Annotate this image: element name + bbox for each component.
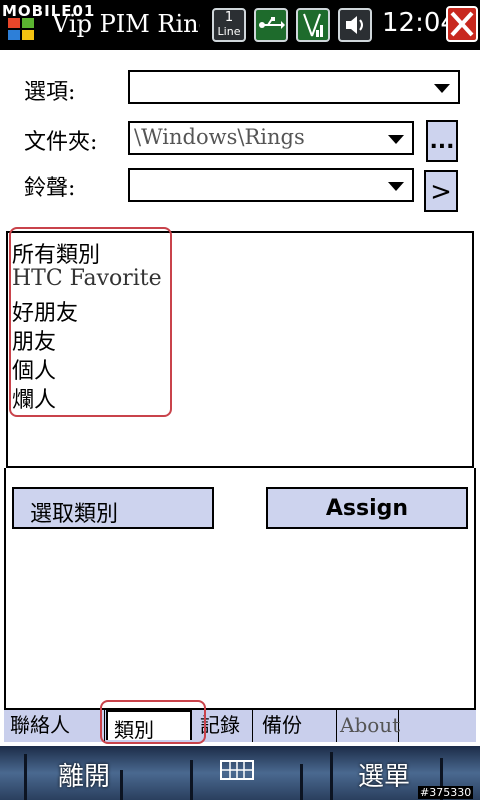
folder-value: \Windows\Rings <box>134 125 305 149</box>
select-category-button[interactable]: 選取類別 <box>12 487 214 529</box>
keyboard-icon[interactable] <box>220 760 254 780</box>
highlight-annotation <box>100 700 206 744</box>
assign-button[interactable]: Assign <box>266 487 468 529</box>
highlight-annotation <box>9 227 172 417</box>
tab-contacts[interactable]: 聯絡人 <box>4 710 105 742</box>
signal-bars-icon <box>303 13 323 37</box>
tab-about[interactable]: About <box>338 710 400 742</box>
chevron-down-icon <box>388 135 404 144</box>
line-badge-icon[interactable]: 1 Line <box>212 8 246 42</box>
ringtone-label: 鈴聲: <box>24 176 76 201</box>
close-icon <box>450 11 474 37</box>
tab-records[interactable]: 記錄 <box>200 710 253 742</box>
browse-button[interactable]: ... <box>426 120 458 162</box>
content-border-left <box>4 468 6 710</box>
volume-icon[interactable] <box>338 8 372 42</box>
options-label: 選項: <box>24 80 76 105</box>
chevron-down-icon <box>388 182 404 191</box>
title-bar: MOBILE01 Vip PIM Ringtc 1 Line <box>0 0 480 50</box>
windows-start-icon[interactable] <box>6 14 36 44</box>
close-button[interactable] <box>446 6 478 42</box>
options-dropdown[interactable] <box>128 70 460 104</box>
keyboard-keys-icon <box>222 762 252 778</box>
softkey-bar: 離開 選單 <box>0 746 480 800</box>
content-border-right <box>474 468 476 710</box>
line-badge-label: Line <box>217 25 241 38</box>
assign-label: Assign <box>325 496 409 521</box>
softkey-menu[interactable]: 選單 <box>358 756 410 793</box>
folder-label: 文件夾: <box>24 130 98 155</box>
ringtone-dropdown[interactable] <box>128 168 414 202</box>
folder-dropdown[interactable]: \Windows\Rings <box>128 121 414 155</box>
app-title: Vip PIM Ringtc <box>52 10 200 38</box>
usb-icon[interactable] <box>254 8 288 42</box>
usb-glyph-icon <box>259 17 285 29</box>
watermark: #375330 <box>418 786 474 799</box>
select-category-label: 選取類別 <box>30 502 119 527</box>
tab-strip: 聯絡人 記錄 備份 About <box>4 708 476 742</box>
tab-backup[interactable]: 備份 <box>258 710 337 742</box>
speaker-icon <box>346 16 363 34</box>
signal-strength-icon[interactable] <box>296 8 330 42</box>
softkey-exit[interactable]: 離開 <box>58 756 110 793</box>
line-badge-number: 1 <box>224 10 234 25</box>
chevron-down-icon <box>434 84 450 93</box>
play-button[interactable]: > <box>424 170 458 212</box>
